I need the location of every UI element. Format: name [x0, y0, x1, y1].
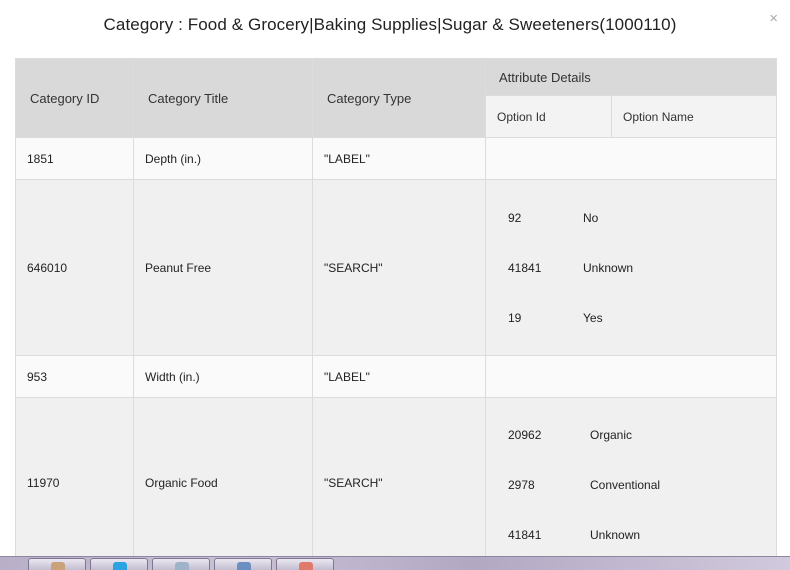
folder-icon	[51, 562, 65, 570]
cell-category-type: "SEARCH"	[312, 179, 486, 356]
cell-category-title: Peanut Free	[133, 179, 313, 356]
header-category-title: Category Title	[133, 58, 313, 138]
cell-category-type: "LABEL"	[312, 355, 486, 398]
header-attribute-details: Attribute Details	[484, 58, 778, 96]
table-row: 953 Width (in.) "LABEL"	[15, 355, 778, 398]
cell-category-type: "LABEL"	[312, 137, 486, 180]
option-item: 41841 Unknown	[508, 243, 776, 293]
skype-icon	[113, 562, 127, 570]
option-item: 41841 Unknown	[508, 510, 776, 556]
cell-category-title: Depth (in.)	[133, 137, 313, 180]
option-id: 2978	[508, 478, 535, 492]
cell-category-id: 1851	[15, 137, 134, 180]
cell-category-title: Organic Food	[133, 397, 313, 556]
pdf-icon	[299, 562, 313, 570]
modal-title: Category : Food & Grocery|Baking Supplie…	[103, 15, 677, 34]
taskbar-button-notepad[interactable]	[152, 558, 210, 570]
header-option-name: Option Name	[610, 95, 778, 138]
option-id: 92	[508, 210, 522, 225]
table-row: 11970 Organic Food "SEARCH" 20962 Organi…	[15, 397, 778, 556]
option-id: 19	[508, 310, 522, 325]
cell-category-id: 646010	[15, 179, 134, 356]
header-category-type: Category Type	[312, 58, 486, 138]
close-icon[interactable]: ×	[769, 11, 778, 26]
cell-attribute-details: 20962 Organic 2978 Conventional 41841 Un…	[484, 397, 778, 556]
category-attribute-table: Category ID Category Title Category Type…	[15, 58, 778, 556]
taskbar-button-folder[interactable]	[28, 558, 86, 570]
option-item: 2978 Conventional	[508, 460, 776, 510]
cell-category-title: Width (in.)	[133, 355, 313, 398]
taskbar-button-media[interactable]	[214, 558, 272, 570]
cell-attribute-details	[484, 137, 778, 180]
option-id: 41841	[508, 528, 542, 542]
cell-category-id: 11970	[15, 397, 134, 556]
option-name: Yes	[583, 310, 603, 325]
cell-attribute-details	[484, 355, 778, 398]
category-modal: Category : Food & Grocery|Baking Supplie…	[0, 0, 790, 556]
option-name: Unknown	[583, 260, 634, 275]
option-item: 20962 Organic	[508, 410, 776, 460]
header-option-id: Option Id	[485, 95, 612, 138]
taskbar	[0, 556, 790, 570]
cell-attribute-details: 92 No 41841 Unknown 19 Yes	[484, 179, 778, 356]
header-category-id: Category ID	[15, 58, 134, 138]
option-id: 20962	[508, 428, 542, 442]
media-icon	[237, 562, 251, 570]
taskbar-button-pdf[interactable]	[276, 558, 334, 570]
taskbar-button-skype[interactable]	[90, 558, 148, 570]
cell-category-type: "SEARCH"	[312, 397, 486, 556]
option-id: 41841	[508, 260, 542, 275]
option-item: 19 Yes	[508, 293, 776, 343]
option-name: Conventional	[590, 478, 661, 492]
table-row: 1851 Depth (in.) "LABEL"	[15, 137, 778, 180]
notepad-icon	[175, 562, 189, 570]
option-item: 92 No	[508, 193, 776, 243]
cell-category-id: 953	[15, 355, 134, 398]
option-name: No	[583, 210, 599, 225]
table-row: 646010 Peanut Free "SEARCH" 92 No 41841 …	[15, 179, 778, 356]
option-name: Organic	[590, 428, 633, 442]
option-name: Unknown	[590, 528, 641, 542]
